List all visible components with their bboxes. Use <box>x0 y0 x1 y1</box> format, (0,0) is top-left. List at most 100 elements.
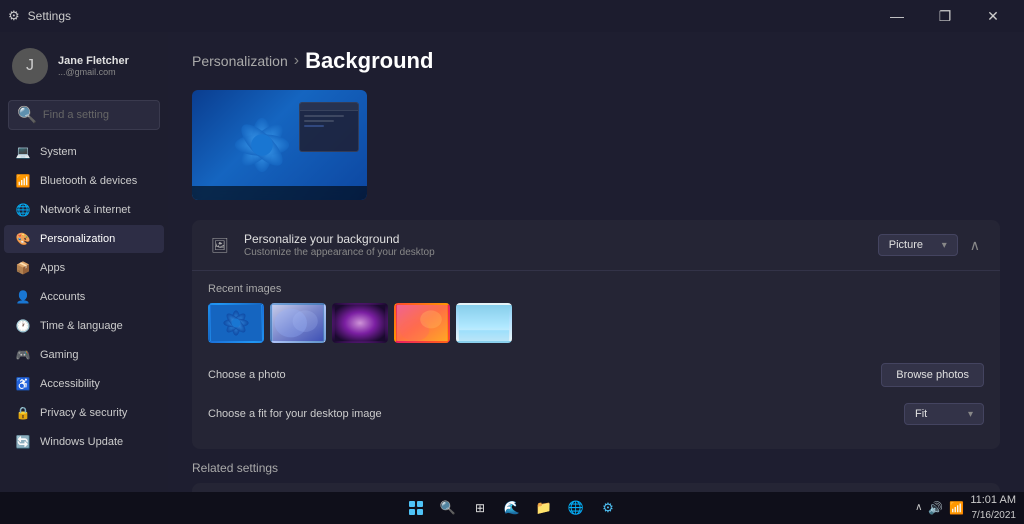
content-area: Personalization › Background <box>168 32 1024 492</box>
taskbar-time-value: 11:01 AM <box>970 493 1016 508</box>
sidebar-item-system[interactable]: 💻 System <box>4 138 164 166</box>
explorer-icon: 📁 <box>536 500 552 516</box>
thumbnail-5[interactable] <box>456 303 512 343</box>
personalize-header[interactable]: 🖼 Personalize your background Customize … <box>192 220 1000 270</box>
user-info: Jane Fletcher ...@gmail.com <box>58 55 129 77</box>
taskview-button[interactable]: ⊞ <box>466 494 494 522</box>
thumbnail-1[interactable] <box>208 303 264 343</box>
minimize-button[interactable]: — <box>874 0 920 32</box>
recent-images-label: Recent images <box>208 283 984 295</box>
sidebar-item-accounts[interactable]: 👤 Accounts <box>4 283 164 311</box>
edge-button[interactable]: 🌊 <box>498 494 526 522</box>
recent-images-row <box>208 303 984 343</box>
taskbar: 🔍 ⊞ 🌊 📁 🌐 ⚙ ∧ 🔊 📶 11:01 AM 7/16/2021 <box>0 492 1024 524</box>
avatar: J <box>12 48 48 84</box>
sidebar-item-label: Accessibility <box>40 378 100 390</box>
sidebar-item-gaming[interactable]: 🎮 Gaming <box>4 341 164 369</box>
time-icon: 🕐 <box>16 319 30 333</box>
user-email: ...@gmail.com <box>58 67 129 77</box>
network-tray-icon[interactable]: 📶 <box>949 501 964 515</box>
related-settings-section: Related settings ◑ Contrast themes Color… <box>192 461 1000 492</box>
personalize-section-icon: 🖼 <box>208 233 232 257</box>
fit-label: Fit <box>915 408 927 420</box>
search-taskbar-button[interactable]: 🔍 <box>434 494 462 522</box>
close-button[interactable]: ✕ <box>970 0 1016 32</box>
volume-icon[interactable]: 🔊 <box>928 501 943 515</box>
windows-logo <box>409 501 423 515</box>
fit-chevron: ▾ <box>968 409 973 420</box>
sidebar-item-network[interactable]: 🌐 Network & internet <box>4 196 164 224</box>
taskbar-right: ∧ 🔊 📶 11:01 AM 7/16/2021 <box>915 493 1016 522</box>
sidebar-item-bluetooth[interactable]: 📶 Bluetooth & devices <box>4 167 164 195</box>
taskbar-center: 🔍 ⊞ 🌊 📁 🌐 ⚙ <box>402 494 622 522</box>
network-icon: 🌐 <box>16 203 30 217</box>
update-icon: 🔄 <box>16 435 30 449</box>
desktop-preview <box>192 90 367 200</box>
thumbnail-4[interactable] <box>394 303 450 343</box>
taskbar-date-value: 7/16/2021 <box>970 509 1016 523</box>
maximize-button[interactable]: ❐ <box>922 0 968 32</box>
personalize-header-left: 🖼 Personalize your background Customize … <box>208 232 435 258</box>
sidebar-item-update[interactable]: 🔄 Windows Update <box>4 428 164 456</box>
sidebar-item-personalization[interactable]: 🎨 Personalization <box>4 225 164 253</box>
explorer-button[interactable]: 📁 <box>530 494 558 522</box>
search-box[interactable]: 🔍 <box>8 100 160 130</box>
settings-icon: ⚙ <box>8 8 20 24</box>
sidebar-item-accessibility[interactable]: ♿ Accessibility <box>4 370 164 398</box>
preview-flower-svg <box>217 100 307 190</box>
start-button[interactable] <box>402 494 430 522</box>
background-type-label: Picture <box>889 239 923 251</box>
sidebar-item-label: Privacy & security <box>40 407 127 419</box>
search-icon: 🔍 <box>17 105 37 125</box>
breadcrumb-current: Background <box>305 48 433 74</box>
sidebar-item-label: System <box>40 146 77 158</box>
sidebar-item-label: Network & internet <box>40 204 130 216</box>
thumb-5-svg <box>458 305 510 341</box>
dropdown-chevron: ▾ <box>942 240 947 251</box>
edge-icon: 🌊 <box>504 500 520 516</box>
personalize-text: Personalize your background Customize th… <box>244 232 435 258</box>
sidebar-item-apps[interactable]: 📦 Apps <box>4 254 164 282</box>
tray-arrow-icon[interactable]: ∧ <box>915 502 922 513</box>
sidebar-item-time[interactable]: 🕐 Time & language <box>4 312 164 340</box>
sidebar-item-label: Gaming <box>40 349 79 361</box>
app-container: J Jane Fletcher ...@gmail.com 🔍 💻 System… <box>0 32 1024 492</box>
settings-taskbar-button[interactable]: ⚙ <box>594 494 622 522</box>
preview-window <box>299 102 359 152</box>
apps-icon: 📦 <box>16 261 30 275</box>
accessibility-icon: ♿ <box>16 377 30 391</box>
thumb-3-svg <box>334 305 386 341</box>
thumb-2-svg <box>272 305 324 341</box>
sidebar-item-privacy[interactable]: 🔒 Privacy & security <box>4 399 164 427</box>
personalization-icon: 🎨 <box>16 232 30 246</box>
sidebar-item-label: Apps <box>40 262 65 274</box>
search-taskbar-icon: 🔍 <box>440 500 456 516</box>
collapse-button[interactable]: ∧ <box>966 235 984 256</box>
sidebar: J Jane Fletcher ...@gmail.com 🔍 💻 System… <box>0 32 168 492</box>
contrast-themes-card[interactable]: ◑ Contrast themes Color themes for low v… <box>192 483 1000 492</box>
browse-photos-button[interactable]: Browse photos <box>881 363 984 387</box>
sidebar-item-label: Accounts <box>40 291 85 303</box>
background-type-dropdown[interactable]: Picture ▾ <box>878 234 958 256</box>
preview-wallpaper <box>192 90 367 200</box>
choose-fit-row: Choose a fit for your desktop image Fit … <box>208 395 984 433</box>
taskview-icon: ⊞ <box>475 501 485 515</box>
user-name: Jane Fletcher <box>58 55 129 67</box>
preview-taskbar <box>192 186 367 200</box>
thumbnail-3[interactable] <box>332 303 388 343</box>
sidebar-item-label: Personalization <box>40 233 115 245</box>
personalize-section: 🖼 Personalize your background Customize … <box>192 220 1000 449</box>
chrome-button[interactable]: 🌐 <box>562 494 590 522</box>
taskbar-clock[interactable]: 11:01 AM 7/16/2021 <box>970 493 1016 522</box>
bluetooth-icon: 📶 <box>16 174 30 188</box>
thumbnail-2[interactable] <box>270 303 326 343</box>
thumb-flower-svg <box>210 305 262 341</box>
choose-photo-row: Choose a photo Browse photos <box>208 355 984 395</box>
search-input[interactable] <box>43 109 151 121</box>
choose-fit-label: Choose a fit for your desktop image <box>208 408 382 420</box>
personalize-subtitle: Customize the appearance of your desktop <box>244 247 435 258</box>
related-settings-title: Related settings <box>192 461 1000 475</box>
accounts-icon: 👤 <box>16 290 30 304</box>
fit-dropdown[interactable]: Fit ▾ <box>904 403 984 425</box>
title-bar-title: Settings <box>28 9 71 23</box>
